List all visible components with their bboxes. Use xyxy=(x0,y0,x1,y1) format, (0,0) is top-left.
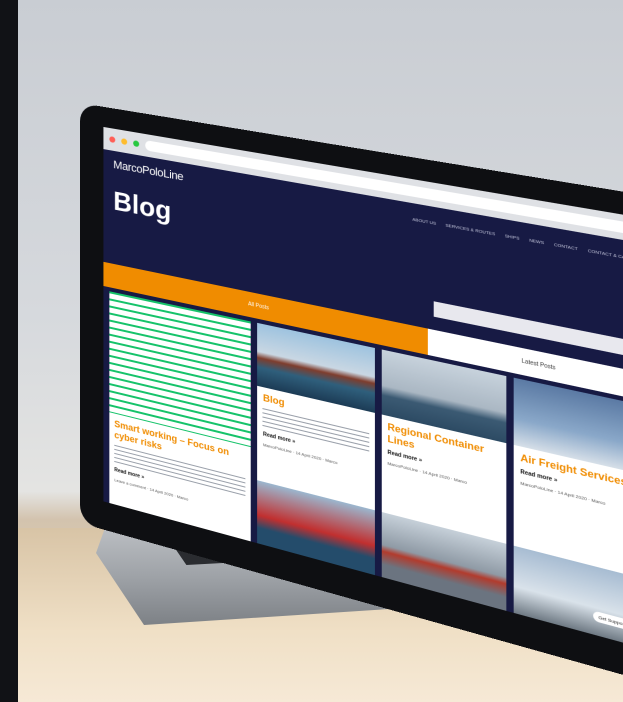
nav-item-news[interactable]: NEWS xyxy=(529,236,544,244)
nav-item-contact[interactable]: CONTACT xyxy=(554,241,578,251)
nav-item-ships[interactable]: SHIPS xyxy=(505,232,520,240)
nav-item-about[interactable]: ABOUT US xyxy=(412,216,436,226)
aircraft-tarmac-image xyxy=(514,545,623,650)
maximize-window-icon[interactable] xyxy=(133,140,140,148)
blog-card[interactable]: Regional Container Lines Read more » Mar… xyxy=(381,349,507,612)
left-bezel xyxy=(0,0,18,702)
site-logo[interactable]: MarcoPoloLine xyxy=(113,159,183,184)
port-cranes-image xyxy=(381,512,507,612)
blog-card[interactable]: Smart working – Focus on cyber risks Rea… xyxy=(109,291,252,542)
blog-card[interactable]: Air Freight Services Read more » MarcoPo… xyxy=(514,377,623,650)
nav-item-careers[interactable]: CONTACT & CAREERS xyxy=(588,247,623,263)
photo-backdrop: MarcoPoloLine ABOUT US SERVICES & ROUTES… xyxy=(18,0,623,702)
nav-item-services[interactable]: SERVICES & ROUTES xyxy=(445,222,495,236)
minimize-window-icon[interactable] xyxy=(121,138,128,146)
cargo-ship-image xyxy=(257,480,375,576)
close-window-icon[interactable] xyxy=(109,136,116,144)
blog-card[interactable]: Blog Read more » MarcoPoloLine · 14 Apri… xyxy=(257,322,375,576)
